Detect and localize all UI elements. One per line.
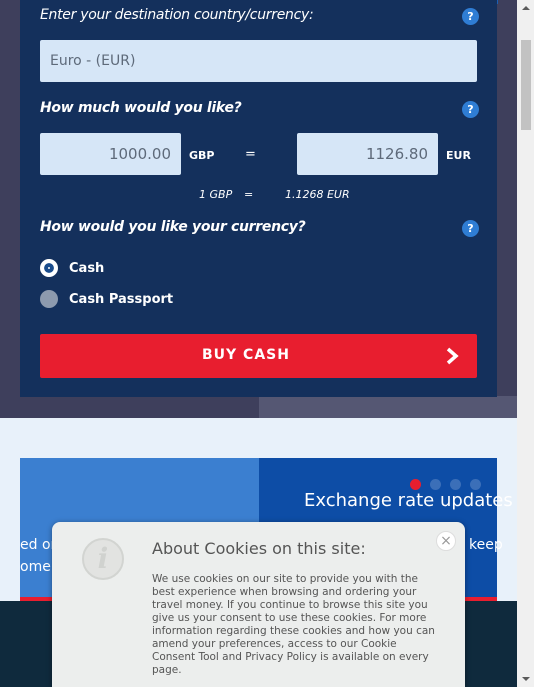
currency-type-help-icon[interactable]: ? (462, 220, 479, 237)
carousel-dot[interactable] (410, 479, 421, 490)
scroll-up-arrow-icon[interactable] (522, 6, 530, 10)
to-currency-code: EUR (446, 149, 471, 162)
cookie-body: We use cookies on our site to provide yo… (152, 573, 435, 676)
currency-type-label: How would you like your currency? (40, 219, 306, 235)
cookie-notice: i About Cookies on this site: We use coo… (52, 522, 465, 687)
info-icon: i (82, 538, 124, 580)
rate-equals: = (244, 188, 254, 201)
banner-title: Exchange rate updates (304, 490, 513, 511)
option-cash-passport-label: Cash Passport (69, 291, 174, 307)
rate-to: 1.1268 EUR (285, 188, 350, 201)
destination-help-icon[interactable]: ? (462, 8, 479, 25)
chevron-right-icon (446, 347, 459, 365)
buy-cash-button[interactable]: BUY CASH (40, 334, 477, 378)
amount-label: How much would you like? (40, 100, 242, 116)
option-cash-label: Cash (69, 260, 105, 276)
from-amount-input[interactable]: 1000.00 (40, 133, 181, 175)
equals-sign: = (245, 147, 256, 162)
option-cash-passport[interactable]: Cash Passport (40, 290, 173, 308)
slide-text-left-2: ome (20, 559, 51, 575)
amount-help-icon[interactable]: ? (462, 101, 479, 118)
option-cash[interactable]: Cash (40, 259, 104, 277)
rate-from: 1 GBP (199, 188, 233, 201)
radio-unselected-icon[interactable] (40, 290, 58, 308)
from-currency-code: GBP (189, 149, 215, 162)
cookie-title: About Cookies on this site: (152, 539, 366, 558)
buy-cash-label: BUY CASH (202, 347, 290, 363)
destination-label: Enter your destination country/currency: (40, 7, 314, 23)
carousel-dot[interactable] (450, 479, 461, 490)
to-amount-input[interactable]: 1126.80 (297, 133, 438, 175)
vertical-scrollbar[interactable] (517, 0, 534, 687)
slide-text-right: keep (469, 537, 503, 553)
scroll-down-arrow-icon[interactable] (522, 677, 530, 681)
header-background-lower (259, 396, 517, 418)
close-icon[interactable]: × (436, 531, 456, 551)
radio-selected-icon[interactable] (40, 259, 58, 277)
carousel-dot[interactable] (470, 479, 481, 490)
carousel-dots (410, 479, 481, 490)
destination-currency-select[interactable]: Euro - (EUR) (40, 40, 477, 82)
carousel-dot[interactable] (430, 479, 441, 490)
scroll-thumb[interactable] (521, 40, 531, 130)
